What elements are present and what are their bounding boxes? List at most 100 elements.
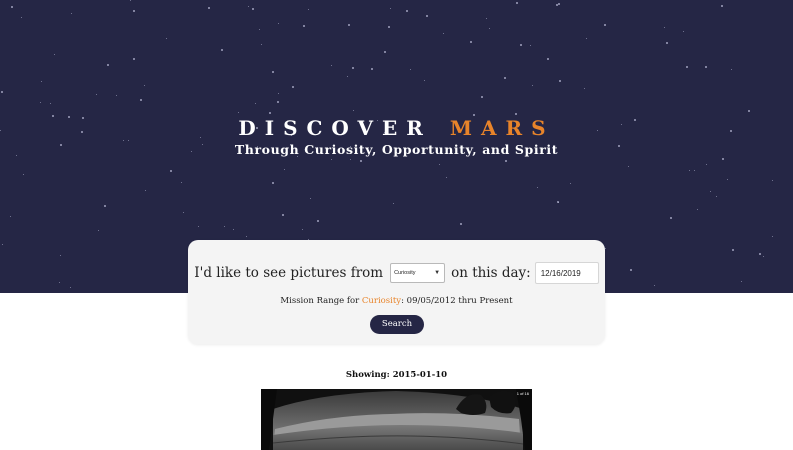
star <box>547 58 549 60</box>
title-word-mars: MARS <box>449 116 555 140</box>
star <box>406 10 408 12</box>
title-word-discover: DISCOVER <box>238 116 432 140</box>
star <box>727 179 728 180</box>
star <box>246 236 247 237</box>
star <box>60 255 61 256</box>
star <box>347 76 348 77</box>
star <box>605 248 606 249</box>
star <box>515 113 517 115</box>
search-sentence: I'd like to see pictures from Curiosity … <box>188 261 605 285</box>
star <box>59 282 60 283</box>
star <box>689 170 690 171</box>
mars-photo[interactable]: 1 of 16 <box>261 389 532 450</box>
mars-photo-image <box>261 389 532 450</box>
star <box>628 166 629 167</box>
star <box>772 236 773 237</box>
star <box>107 64 109 66</box>
star <box>763 256 764 257</box>
star <box>50 103 51 104</box>
star <box>11 6 13 8</box>
star <box>371 68 373 70</box>
star <box>269 112 271 114</box>
star <box>558 3 560 5</box>
star <box>748 110 750 112</box>
star <box>277 101 279 103</box>
star <box>654 285 655 286</box>
star <box>21 17 22 18</box>
star <box>310 198 311 199</box>
photo-counter: 1 of 16 <box>516 391 529 396</box>
star <box>133 10 135 12</box>
star <box>556 4 558 6</box>
star <box>520 44 522 46</box>
star <box>181 182 182 183</box>
star <box>261 44 262 45</box>
star <box>292 86 294 88</box>
star <box>259 29 260 30</box>
star <box>384 51 386 53</box>
star <box>537 187 538 188</box>
star <box>104 205 106 207</box>
star <box>410 69 411 70</box>
star <box>272 182 274 184</box>
rover-select-value: Curiosity <box>394 270 416 276</box>
star <box>10 216 11 217</box>
star <box>426 15 428 17</box>
star <box>716 196 717 197</box>
star <box>721 5 723 7</box>
page-subtitle: Through Curiosity, Opportunity, and Spir… <box>234 142 559 157</box>
star <box>98 230 99 231</box>
mission-range-dates: : 09/05/2012 thru Present <box>401 296 513 306</box>
star <box>255 103 256 104</box>
star <box>248 6 249 7</box>
star <box>664 27 665 28</box>
star <box>145 190 146 191</box>
star <box>350 159 351 160</box>
star <box>278 23 279 24</box>
date-input[interactable]: 12/16/2019 <box>534 262 599 284</box>
star <box>308 9 309 10</box>
star <box>96 94 97 95</box>
star <box>221 49 223 51</box>
star <box>272 71 274 73</box>
star <box>144 85 145 86</box>
showing-date: 2015-01-10 <box>392 370 448 380</box>
star <box>460 223 462 225</box>
star <box>54 54 55 55</box>
star <box>360 160 362 162</box>
star <box>23 174 24 175</box>
star <box>133 58 135 60</box>
star <box>530 45 531 46</box>
star <box>683 31 684 32</box>
page-title: DISCOVER MARS <box>0 116 793 140</box>
star <box>694 170 695 171</box>
star <box>489 28 490 29</box>
star <box>666 42 668 44</box>
star <box>130 0 131 1</box>
star <box>710 191 711 192</box>
star <box>481 96 483 98</box>
star <box>486 18 487 19</box>
showing-label: Showing: <box>345 370 390 380</box>
star <box>759 253 761 255</box>
star <box>470 41 472 43</box>
star <box>505 160 507 162</box>
star <box>252 8 254 10</box>
star <box>697 209 698 210</box>
star <box>390 8 391 9</box>
star <box>41 81 42 82</box>
search-prefix-label: I'd like to see pictures from <box>194 265 384 281</box>
star <box>604 24 606 26</box>
star <box>140 99 142 101</box>
search-button[interactable]: Search <box>370 315 424 334</box>
star <box>71 13 72 14</box>
star <box>741 281 742 282</box>
star <box>284 169 285 170</box>
star <box>570 183 571 184</box>
star <box>706 164 707 165</box>
star <box>183 212 184 213</box>
star <box>166 38 167 39</box>
star <box>557 201 559 203</box>
rover-select[interactable]: Curiosity ▼ <box>390 263 446 283</box>
mission-range-text: Mission Range for Curiosity: 09/05/2012 … <box>0 296 793 306</box>
